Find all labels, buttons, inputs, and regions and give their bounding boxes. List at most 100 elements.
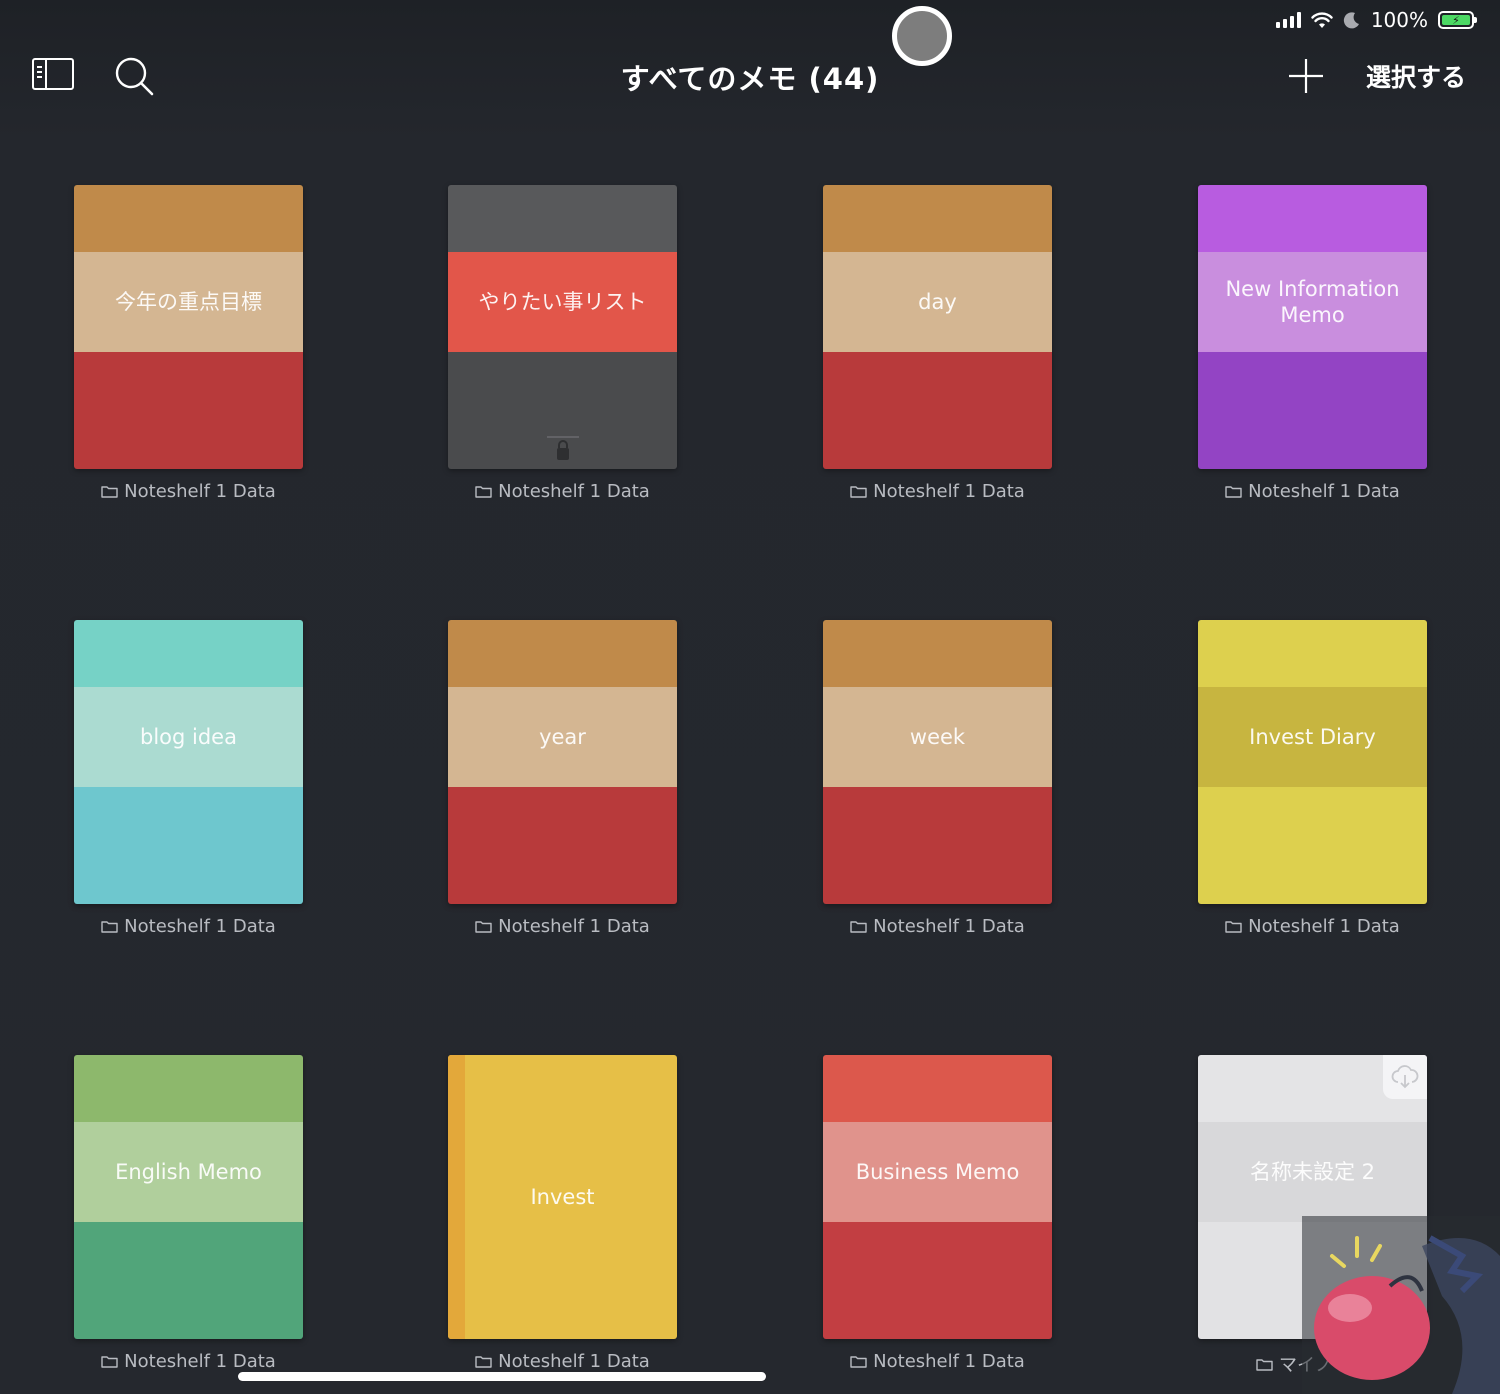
cover-bottom-band <box>823 787 1052 904</box>
folder-name: Noteshelf 1 Data <box>1248 481 1400 502</box>
notebook-title: Business Memo <box>855 1160 1020 1184</box>
folder-icon <box>850 486 867 498</box>
notebook-cover[interactable]: Invest <box>448 1055 677 1339</box>
cloud-download-button[interactable] <box>1383 1055 1427 1099</box>
notebook-cover[interactable]: 名称未設定 2 <box>1198 1055 1427 1339</box>
lock-icon <box>546 436 579 460</box>
notebook-title: English Memo <box>115 1160 262 1184</box>
notebook-folder-label: マイノート <box>1198 1351 1427 1377</box>
notebook-folder-label: Noteshelf 1 Data <box>74 481 303 502</box>
notebook-card[interactable]: 今年の重点目標 Noteshelf 1 Data <box>74 185 303 515</box>
folder-icon <box>101 486 118 498</box>
folder-icon <box>850 921 867 933</box>
notebook-title: year <box>539 725 586 749</box>
notebook-title-band: Invest <box>448 1055 677 1339</box>
notebook-folder-label: Noteshelf 1 Data <box>74 916 303 937</box>
notebook-cover[interactable]: やりたい事リスト <box>448 185 677 469</box>
home-indicator <box>238 1372 766 1381</box>
notebook-folder-label: Noteshelf 1 Data <box>448 481 677 502</box>
cover-bottom-band <box>1198 352 1427 469</box>
notebook-title: day <box>918 290 957 314</box>
folder-name: Noteshelf 1 Data <box>873 916 1025 937</box>
folder-icon <box>850 1356 867 1368</box>
cover-top-band <box>74 620 303 687</box>
notebook-card[interactable]: day Noteshelf 1 Data <box>823 185 1052 515</box>
notebook-title: 名称未設定 2 <box>1249 1160 1376 1184</box>
notebook-title: blog idea <box>140 725 237 749</box>
cover-bottom-band <box>74 352 303 469</box>
notebook-cover[interactable]: day <box>823 185 1052 469</box>
cover-bottom-band <box>448 787 677 904</box>
cover-bottom-band <box>1198 787 1427 904</box>
notebook-cover[interactable]: week <box>823 620 1052 904</box>
notebook-title-band: Invest Diary <box>1198 687 1427 787</box>
notebook-folder-label: Noteshelf 1 Data <box>1198 916 1427 937</box>
notebook-title: week <box>909 725 966 749</box>
cover-top-band <box>448 620 677 687</box>
notebook-title-band: やりたい事リスト <box>448 252 677 352</box>
folder-icon <box>475 1356 492 1368</box>
notebook-folder-label: Noteshelf 1 Data <box>448 916 677 937</box>
notebook-folder-label: Noteshelf 1 Data <box>823 481 1052 502</box>
notebook-cover[interactable]: New Information Memo <box>1198 185 1427 469</box>
notebook-card[interactable]: 名称未設定 2 マイノート <box>1198 1055 1427 1385</box>
notebook-card[interactable]: New Information Memo Noteshelf 1 Data <box>1198 185 1427 515</box>
notebook-title-band: English Memo <box>74 1122 303 1222</box>
folder-name: Noteshelf 1 Data <box>873 481 1025 502</box>
notebook-card[interactable]: やりたい事リスト Noteshelf 1 Data <box>448 185 677 515</box>
notebook-card[interactable]: Invest Noteshelf 1 Data <box>448 1055 677 1385</box>
folder-name: Noteshelf 1 Data <box>498 916 650 937</box>
notebook-title: Invest <box>530 1185 595 1209</box>
notebook-grid: 今年の重点目標 Noteshelf 1 Data やりたい事リスト Noteshelf… <box>0 0 1500 1394</box>
folder-name: Noteshelf 1 Data <box>124 916 276 937</box>
notebook-cover[interactable]: blog idea <box>74 620 303 904</box>
cover-top-band <box>823 1055 1052 1122</box>
folder-name: Noteshelf 1 Data <box>498 481 650 502</box>
folder-name: Noteshelf 1 Data <box>124 1351 276 1372</box>
notebook-folder-label: Noteshelf 1 Data <box>74 1351 303 1372</box>
notebook-card[interactable]: Business Memo Noteshelf 1 Data <box>823 1055 1052 1385</box>
cover-top-band <box>74 185 303 252</box>
notebook-folder-label: Noteshelf 1 Data <box>823 916 1052 937</box>
notebook-title-band: 今年の重点目標 <box>74 252 303 352</box>
folder-name: Noteshelf 1 Data <box>873 1351 1025 1372</box>
folder-icon <box>475 921 492 933</box>
notebook-folder-label: Noteshelf 1 Data <box>1198 481 1427 502</box>
notebook-cover[interactable]: Business Memo <box>823 1055 1052 1339</box>
cover-bottom-band <box>74 787 303 904</box>
cover-top-band <box>74 1055 303 1122</box>
notebook-card[interactable]: Invest Diary Noteshelf 1 Data <box>1198 620 1427 950</box>
notebook-title-band: 名称未設定 2 <box>1198 1122 1427 1222</box>
notebook-title-band: week <box>823 687 1052 787</box>
folder-icon <box>1225 921 1242 933</box>
notebook-cover[interactable]: year <box>448 620 677 904</box>
folder-icon <box>1256 1358 1273 1371</box>
cover-bottom-band <box>823 352 1052 469</box>
notebook-title-band: year <box>448 687 677 787</box>
folder-icon <box>1225 486 1242 498</box>
notebook-cover[interactable]: English Memo <box>74 1055 303 1339</box>
notebook-title: 今年の重点目標 <box>115 290 262 314</box>
app-screen: 100% ⚡ すべてのメモ (44) 選択する 今年の重点目標 Noteshelf… <box>0 0 1500 1394</box>
cover-top-band <box>1198 185 1427 252</box>
cover-bottom-band <box>1198 1222 1427 1339</box>
folder-icon <box>101 1356 118 1368</box>
folder-icon <box>475 486 492 498</box>
notebook-folder-label: Noteshelf 1 Data <box>823 1351 1052 1372</box>
notebook-card[interactable]: week Noteshelf 1 Data <box>823 620 1052 950</box>
notebook-card[interactable]: year Noteshelf 1 Data <box>448 620 677 950</box>
cover-bottom-band <box>823 1222 1052 1339</box>
notebook-folder-label: Noteshelf 1 Data <box>448 1351 677 1372</box>
notebook-card[interactable]: English Memo Noteshelf 1 Data <box>74 1055 303 1385</box>
notebook-title: New Information Memo <box>1225 277 1400 327</box>
cover-bottom-band <box>74 1222 303 1339</box>
cover-top-band <box>823 620 1052 687</box>
notebook-title-band: Business Memo <box>823 1122 1052 1222</box>
notebook-card[interactable]: blog idea Noteshelf 1 Data <box>74 620 303 950</box>
notebook-cover[interactable]: Invest Diary <box>1198 620 1427 904</box>
folder-name: Noteshelf 1 Data <box>1248 916 1400 937</box>
folder-icon <box>101 921 118 933</box>
notebook-cover[interactable]: 今年の重点目標 <box>74 185 303 469</box>
folder-name: マイノート <box>1279 1355 1369 1376</box>
cover-top-band <box>1198 620 1427 687</box>
